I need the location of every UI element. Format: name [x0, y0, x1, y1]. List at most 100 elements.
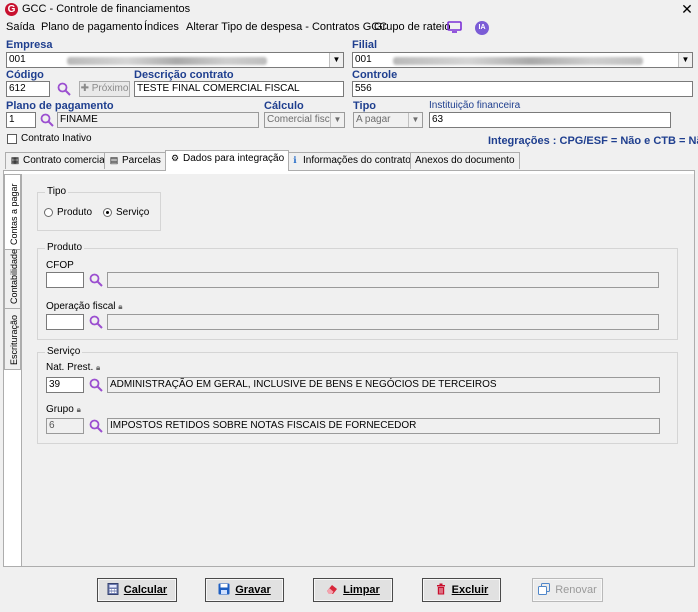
operacao-fiscal-input[interactable] [46, 314, 84, 330]
operacao-fiscal-text: Operação fiscal [46, 301, 116, 312]
vtab-label: Contabilidade [9, 248, 19, 304]
close-icon[interactable]: ✕ [680, 1, 694, 17]
filial-name-redacted [393, 57, 643, 65]
empresa-code: 001 [9, 54, 26, 65]
search-icon[interactable] [89, 378, 103, 392]
lock-icon: 🔒︎ [118, 302, 123, 311]
proximo-button[interactable]: ✚ Próximo [79, 81, 130, 97]
menu-alterar-tipo-despesa[interactable]: Alterar Tipo de despesa - Contratos GCC [186, 21, 387, 33]
calcular-label: Calcular [123, 584, 168, 596]
trash-icon [436, 583, 445, 595]
vtab-contabilidade[interactable]: Contabilidade [4, 249, 21, 309]
produto-radio-label: Produto [57, 207, 93, 218]
contrato-inativo-checkbox[interactable] [7, 134, 17, 144]
calculo-select[interactable]: Comercial fiscal ▼ [264, 112, 345, 128]
monitor-icon[interactable] [447, 21, 462, 33]
controle-label: Controle [352, 69, 398, 81]
calculo-label: Cálculo [264, 100, 304, 112]
tab-informacoes-contrato[interactable]: ℹ Informações do contrato [285, 152, 416, 169]
lock-icon: 🔒︎ [96, 363, 101, 372]
servico-group-title: Serviço [45, 346, 83, 357]
copy-icon [538, 583, 551, 595]
renovar-button[interactable]: Renovar [532, 578, 603, 602]
empresa-label: Empresa [6, 39, 53, 51]
plano-code-input[interactable]: 1 [6, 112, 36, 128]
tab-anexos-documento[interactable]: Anexos do documento [410, 152, 520, 169]
nat-prest-text: Nat. Prest. [46, 362, 94, 373]
renovar-label: Renovar [555, 584, 597, 596]
limpar-label: Limpar [343, 584, 380, 596]
tab-label: Informações do contrato [303, 155, 411, 166]
empresa-select[interactable]: 001 ▼ [6, 52, 344, 68]
plus-icon: ✚ [80, 83, 92, 94]
nat-prest-input[interactable]: 39 [46, 377, 84, 393]
document-icon: ▤ [109, 155, 119, 165]
chevron-down-icon[interactable]: ▼ [329, 53, 343, 67]
table-icon: ▦ [10, 155, 20, 165]
tab-parcelas[interactable]: ▤ Parcelas [104, 152, 166, 169]
integracoes-status: Integrações : CPG/ESF = Não e CTB = Não [488, 135, 698, 147]
calculo-value: Comercial fiscal [267, 114, 338, 125]
operacao-fiscal-desc-field [107, 314, 659, 330]
chevron-down-icon[interactable]: ▼ [408, 113, 422, 127]
chevron-down-icon[interactable]: ▼ [678, 53, 692, 67]
menu-indices[interactable]: Índices [144, 21, 179, 33]
excluir-button[interactable]: Excluir [422, 578, 501, 602]
tipo-value: A pagar [356, 114, 391, 125]
tab-dados-integracao[interactable]: ⚙ Dados para integração [165, 150, 290, 171]
search-icon[interactable] [89, 273, 103, 287]
instituicao-input[interactable]: 63 [429, 112, 671, 128]
app-logo-icon: G [5, 3, 18, 16]
tab-label: Parcelas [122, 155, 161, 166]
gravar-label: Gravar [235, 584, 271, 596]
grupo-label: Grupo 🔒︎ [46, 404, 81, 415]
nat-prest-desc-field: ADMINISTRAÇÃO EM GERAL, INCLUSIVE DE BEN… [107, 377, 660, 393]
gravar-button[interactable]: Gravar [205, 578, 284, 602]
tipo-group-title: Tipo [45, 186, 69, 197]
operacao-fiscal-label: Operação fiscal 🔒︎ [46, 301, 123, 312]
produto-radio[interactable] [44, 208, 53, 217]
cfop-desc-field [107, 272, 659, 288]
filial-select[interactable]: 001 ▼ [352, 52, 693, 68]
search-icon[interactable] [89, 419, 103, 433]
search-icon[interactable] [40, 113, 54, 127]
vtab-contas-pagar[interactable]: Contas a pagar [4, 174, 21, 250]
contrato-inativo-label: Contrato Inativo [21, 133, 92, 144]
tab-contrato-comercial[interactable]: ▦ Contrato comercial [5, 152, 112, 169]
codigo-input[interactable]: 612 [6, 81, 50, 97]
proximo-label: Próximo [91, 83, 129, 94]
menu-plano-pagamento[interactable]: Plano de pagamento [41, 21, 143, 33]
lock-icon: 🔒︎ [76, 405, 81, 414]
servico-radio[interactable] [103, 208, 112, 217]
empresa-name-redacted [67, 57, 267, 65]
info-icon: ℹ [293, 155, 297, 165]
descricao-input[interactable]: TESTE FINAL COMERCIAL FISCAL [134, 81, 344, 97]
cfop-label: CFOP [46, 260, 74, 271]
menu-grupo-rateio[interactable]: Grupo de rateio [374, 21, 450, 33]
search-icon[interactable] [57, 82, 71, 96]
tab-label: Anexos do documento [415, 155, 515, 166]
ia-assistant-icon[interactable]: IA [475, 21, 489, 35]
search-icon[interactable] [89, 315, 103, 329]
tipo-label: Tipo [353, 100, 377, 112]
plano-label: Plano de pagamento [6, 100, 114, 112]
cfop-input[interactable] [46, 272, 84, 288]
chevron-down-icon[interactable]: ▼ [330, 113, 344, 127]
limpar-button[interactable]: Limpar [313, 578, 393, 602]
calcular-button[interactable]: Calcular [97, 578, 177, 602]
menu-saida[interactable]: Saída [6, 21, 35, 33]
vtab-escrituracao[interactable]: Escrituração [4, 308, 21, 370]
tab-label: Dados para integração [183, 153, 285, 164]
calculator-icon [107, 583, 119, 595]
filial-code: 001 [355, 54, 372, 65]
instituicao-label: Instituição financeira [429, 100, 521, 111]
grupo-desc-field: IMPOSTOS RETIDOS SOBRE NOTAS FISCAIS DE … [107, 418, 660, 434]
servico-radio-label: Serviço [116, 207, 150, 218]
vtab-label: Escrituração [9, 314, 19, 365]
grupo-input[interactable]: 6 [46, 418, 84, 434]
tipo-select[interactable]: A pagar ▼ [353, 112, 423, 128]
menu-bar: Saída Plano de pagamento Índices Alterar… [0, 19, 698, 37]
produto-group-title: Produto [45, 242, 85, 253]
vtab-label: Contas a pagar [9, 183, 19, 245]
controle-input[interactable]: 556 [352, 81, 693, 97]
